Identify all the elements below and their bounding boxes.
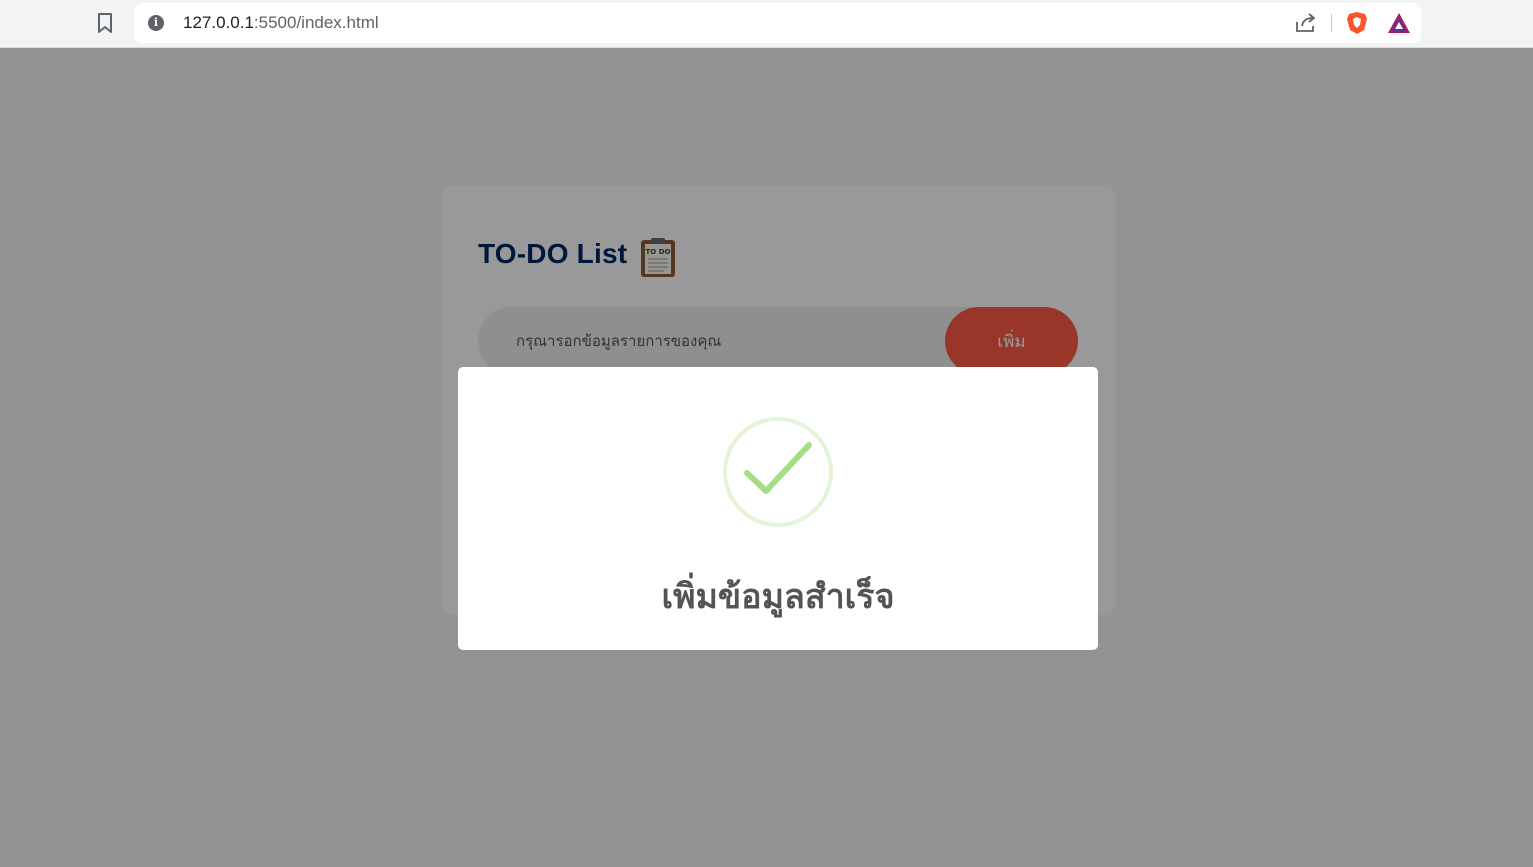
toolbar-divider — [1331, 14, 1332, 32]
modal-title: เพิ่มข้อมูลสำเร็จ — [661, 577, 895, 617]
browser-toolbar: i 127.0.0.1:5500/index.html — [0, 0, 1533, 48]
brave-shields-icon[interactable] — [1346, 11, 1368, 35]
url-path: :5500/index.html — [253, 13, 379, 32]
url-text[interactable]: 127.0.0.1:5500/index.html — [183, 13, 379, 33]
info-icon[interactable]: i — [148, 15, 164, 31]
success-modal: เพิ่มข้อมูลสำเร็จ — [458, 367, 1098, 650]
address-bar[interactable]: i 127.0.0.1:5500/index.html — [134, 3, 1421, 43]
share-icon[interactable] — [1295, 13, 1317, 33]
bookmark-icon[interactable] — [96, 12, 114, 34]
brave-rewards-icon[interactable] — [1387, 12, 1411, 34]
success-check-icon — [723, 417, 833, 527]
url-host: 127.0.0.1 — [183, 13, 254, 32]
